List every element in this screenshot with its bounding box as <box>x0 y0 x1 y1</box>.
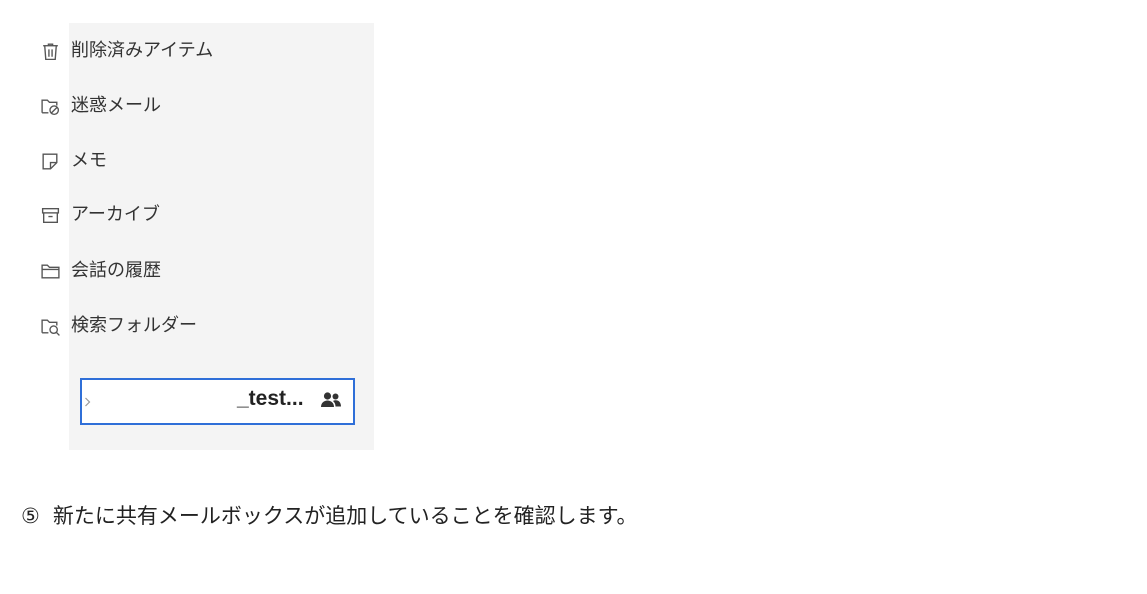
step-number: ⑤ <box>21 504 40 528</box>
junk-folder-icon <box>39 95 61 117</box>
folder-icon <box>39 260 61 282</box>
step-text: 新たに共有メールボックスが追加していることを確認します。 <box>52 504 638 528</box>
trash-icon <box>39 40 61 62</box>
folder-junk-email[interactable]: 迷惑メール <box>39 89 161 123</box>
note-icon <box>39 150 61 172</box>
folder-label: メモ <box>71 150 107 171</box>
folder-deleted-items[interactable]: 削除済みアイテム <box>39 34 213 68</box>
shared-mailbox-row[interactable]: _test... <box>80 378 355 425</box>
search-folder-icon <box>39 315 61 337</box>
folder-label: 削除済みアイテム <box>71 40 214 61</box>
instruction-text: ⑤ 新たに共有メールボックスが追加していることを確認します。 <box>21 501 637 531</box>
folder-notes[interactable]: メモ <box>39 144 107 178</box>
folder-label: アーカイブ <box>71 204 160 225</box>
folder-label: 会話の履歴 <box>71 260 161 281</box>
archive-icon <box>39 204 61 226</box>
shared-mailbox-name: _test... <box>237 387 304 410</box>
chevron-right-icon[interactable] <box>84 395 91 409</box>
folder-search-folders[interactable]: 検索フォルダー <box>39 309 197 343</box>
shared-people-icon <box>321 392 341 407</box>
folder-label: 迷惑メール <box>71 95 161 116</box>
folder-archive[interactable]: アーカイブ <box>39 198 160 232</box>
folder-conversation-history[interactable]: 会話の履歴 <box>39 254 161 288</box>
folder-label: 検索フォルダー <box>71 315 197 336</box>
